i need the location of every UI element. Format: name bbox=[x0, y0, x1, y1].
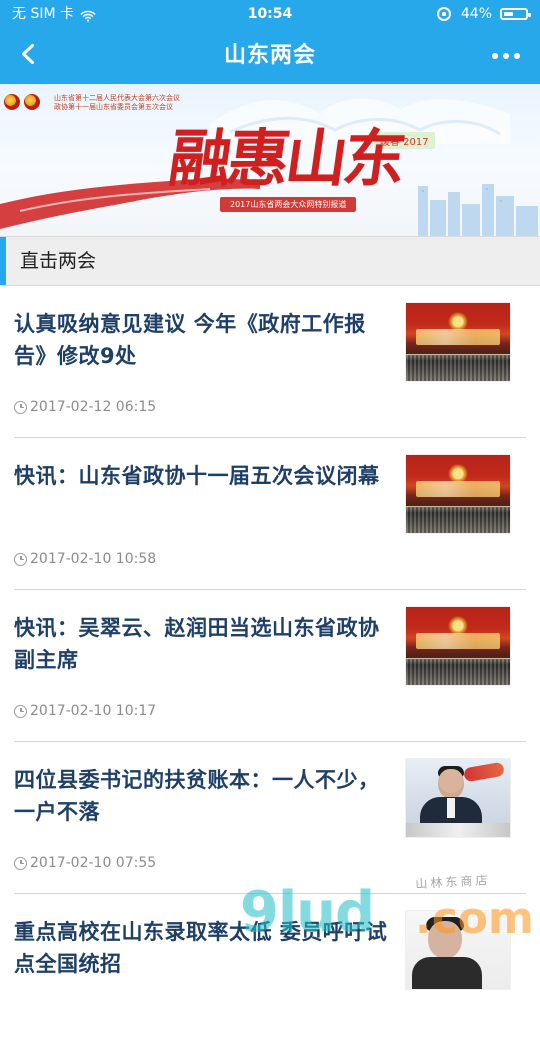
assembly-hall-image bbox=[406, 455, 510, 533]
news-item[interactable]: 重点高校在山东录取率太低 委员呼吁试点全国统招 bbox=[14, 894, 526, 1045]
clock-icon bbox=[14, 704, 27, 718]
hero-banner[interactable]: 山东省第十二届人民代表大会第六次会议 政协第十一届山东省委员会第五次会议 暖春 … bbox=[0, 84, 540, 236]
rotation-lock-icon bbox=[436, 7, 451, 21]
emblem-group bbox=[4, 94, 40, 110]
news-meta: 2017-02-10 10:58 bbox=[14, 551, 156, 567]
clock-icon bbox=[14, 400, 27, 414]
news-meta: 2017-02-10 10:17 bbox=[14, 703, 156, 719]
news-time: 2017-02-12 06:15 bbox=[30, 399, 157, 415]
battery-percent: 44% bbox=[460, 6, 492, 22]
banner-headline: 融惠山东 bbox=[164, 122, 407, 195]
news-time: 2017-02-10 07:55 bbox=[30, 855, 157, 871]
banner-band: 2017山东省两会大众网特别报道 bbox=[220, 197, 357, 212]
news-item[interactable]: 四位县委书记的扶贫账本：一人不少，一户不落 2017-02-10 07:55 bbox=[14, 742, 526, 894]
more-icon bbox=[492, 53, 498, 59]
banner-subtitle-line: 政协第十一届山东省委员会第五次会议 bbox=[54, 103, 173, 111]
news-thumbnail[interactable] bbox=[406, 607, 510, 685]
more-icon bbox=[514, 53, 520, 59]
emblem-icon bbox=[4, 94, 20, 110]
section-header: 直击两会 bbox=[0, 236, 540, 286]
assembly-hall-image bbox=[406, 303, 510, 381]
more-button[interactable] bbox=[486, 42, 526, 70]
navigation-bar: 山东两会 bbox=[0, 28, 540, 84]
person-photo bbox=[406, 911, 510, 989]
news-title[interactable]: 快讯：山东省政协十一届五次会议闭幕 bbox=[14, 460, 382, 492]
news-thumbnail[interactable] bbox=[406, 303, 510, 381]
clock-icon bbox=[14, 856, 27, 870]
person-photo bbox=[406, 759, 510, 837]
news-title[interactable]: 四位县委书记的扶贫账本：一人不少，一户不落 bbox=[14, 764, 382, 828]
news-list: 认真吸纳意见建议 今年《政府工作报告》修改9处 2017-02-12 06:15… bbox=[0, 286, 540, 1045]
news-item[interactable]: 快讯：山东省政协十一届五次会议闭幕 2017-02-10 10:58 bbox=[14, 438, 526, 590]
news-meta: 2017-02-10 07:55 bbox=[14, 855, 156, 871]
assembly-hall-image bbox=[406, 607, 510, 685]
head-shape bbox=[438, 769, 464, 799]
more-icon bbox=[503, 53, 509, 59]
head-shape bbox=[428, 921, 462, 959]
top-bar: 无 SIM 卡 10:54 44% 山东两会 bbox=[0, 0, 540, 84]
battery-level-fill bbox=[504, 12, 513, 16]
news-title[interactable]: 快讯：吴翠云、赵润田当选山东省政协副主席 bbox=[14, 612, 382, 676]
shirt-shape bbox=[447, 798, 455, 818]
banner-subtitle-line: 山东省第十二届人民代表大会第六次会议 bbox=[54, 94, 180, 102]
news-title[interactable]: 认真吸纳意见建议 今年《政府工作报告》修改9处 bbox=[14, 308, 382, 372]
news-thumbnail[interactable] bbox=[406, 759, 510, 837]
city-skyline-decoration bbox=[418, 184, 538, 236]
suit-shape bbox=[412, 957, 482, 989]
news-thumbnail[interactable] bbox=[406, 455, 510, 533]
desk-shape bbox=[406, 823, 510, 837]
status-right: 44% bbox=[436, 0, 531, 28]
news-item[interactable]: 认真吸纳意见建议 今年《政府工作报告》修改9处 2017-02-12 06:15 bbox=[14, 286, 526, 438]
news-item[interactable]: 快讯：吴翠云、赵润田当选山东省政协副主席 2017-02-10 10:17 bbox=[14, 590, 526, 742]
section-title: 直击两会 bbox=[20, 250, 97, 272]
status-bar: 无 SIM 卡 10:54 44% bbox=[0, 0, 540, 28]
media-logo bbox=[463, 761, 505, 783]
emblem-icon bbox=[24, 94, 40, 110]
page-title: 山东两会 bbox=[223, 43, 316, 68]
news-thumbnail[interactable] bbox=[406, 911, 510, 989]
section-accent-bar bbox=[0, 237, 6, 285]
news-time: 2017-02-10 10:58 bbox=[30, 551, 157, 567]
banner-subtitle: 山东省第十二届人民代表大会第六次会议 政协第十一届山东省委员会第五次会议 bbox=[54, 94, 204, 112]
clock-icon bbox=[14, 552, 27, 566]
battery-icon bbox=[500, 8, 531, 20]
news-time: 2017-02-10 10:17 bbox=[30, 703, 157, 719]
news-meta: 2017-02-12 06:15 bbox=[14, 399, 156, 415]
news-title[interactable]: 重点高校在山东录取率太低 委员呼吁试点全国统招 bbox=[14, 916, 394, 980]
